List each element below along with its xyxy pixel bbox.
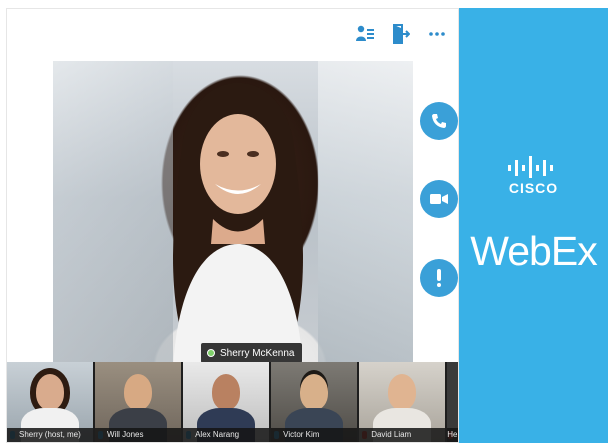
participant-tile[interactable]: Sherry (host, me)	[7, 362, 94, 442]
participant-tile[interactable]: Victor Kim	[271, 362, 358, 442]
product-name: WebEx	[470, 228, 597, 274]
participant-tile[interactable]: David Liam	[359, 362, 446, 442]
leave-icon[interactable]	[390, 23, 412, 45]
company-name: CISCO	[508, 180, 559, 196]
cisco-logo-icon	[508, 156, 553, 178]
participant-name: Will Jones	[95, 428, 182, 442]
screen: Sherry McKenna Sherry (host, me) Will Jo…	[0, 0, 608, 443]
brand-panel: CISCO WebEx	[459, 8, 608, 443]
main-video[interactable]: Sherry McKenna	[53, 61, 413, 366]
top-toolbar	[7, 9, 458, 61]
participant-tile[interactable]: He	[447, 362, 458, 442]
video-icon	[430, 194, 448, 204]
participant-tile[interactable]: Will Jones	[95, 362, 182, 442]
participants-icon[interactable]	[354, 23, 376, 45]
participant-filmstrip: Sherry (host, me) Will Jones Alex Narang	[7, 362, 458, 442]
participant-name: Alex Narang	[183, 428, 270, 442]
background-window	[318, 61, 413, 366]
webex-meeting-window: Sherry McKenna Sherry (host, me) Will Jo…	[6, 8, 459, 443]
participant-name: Victor Kim	[271, 428, 358, 442]
phone-icon	[432, 114, 446, 128]
more-icon[interactable]	[426, 23, 448, 45]
speaker-name: Sherry McKenna	[220, 347, 295, 359]
speaker-indicator-icon	[207, 349, 215, 357]
speaker-video-image	[173, 82, 303, 366]
alert-button[interactable]	[420, 259, 458, 297]
participant-name: David Liam	[359, 428, 446, 442]
participant-name: Sherry (host, me)	[7, 428, 94, 442]
audio-button[interactable]	[420, 102, 458, 140]
speaker-name-tag: Sherry McKenna	[201, 343, 303, 363]
video-button[interactable]	[420, 180, 458, 218]
alert-icon	[437, 269, 441, 287]
participant-tile[interactable]: Alex Narang	[183, 362, 270, 442]
participant-name: He	[447, 428, 458, 442]
